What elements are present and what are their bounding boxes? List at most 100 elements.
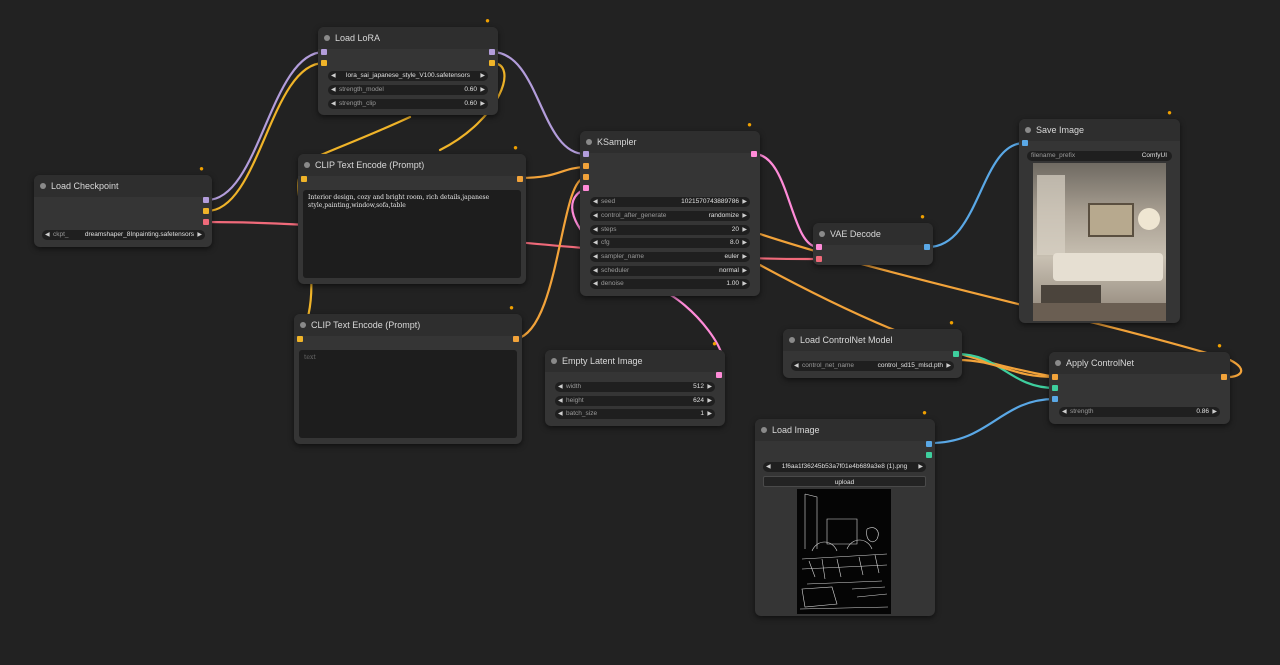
steps-field[interactable]: ◀ steps 20 ▶: [590, 225, 750, 235]
strength-clip-slider[interactable]: ◀ strength_clip 0.60 ▶: [328, 99, 488, 109]
triangle-right-icon[interactable]: ▶: [197, 230, 202, 240]
input-port-model[interactable]: [583, 151, 589, 157]
triangle-right-icon[interactable]: ▶: [742, 197, 747, 207]
prompt-textarea[interactable]: Interior design, cozy and bright room, r…: [303, 190, 521, 278]
node-empty-latent-image[interactable]: ● Empty Latent Image ◀ width 512 ▶ ◀ height 6…: [545, 339, 725, 426]
triangle-right-icon[interactable]: ▶: [742, 279, 747, 289]
input-port-model[interactable]: [321, 49, 327, 55]
output-port-image[interactable]: [926, 441, 932, 447]
sampler-name-combo[interactable]: ◀ sampler_name euler ▶: [590, 252, 750, 262]
output-port-conditioning[interactable]: [513, 336, 519, 342]
collapse-dot-icon[interactable]: [304, 162, 310, 168]
strength-model-slider[interactable]: ◀ strength_model 0.60 ▶: [328, 85, 488, 95]
input-port-negative[interactable]: [583, 174, 589, 180]
triangle-left-icon[interactable]: ◀: [331, 85, 336, 95]
batch-size-field[interactable]: ◀ batch_size 1 ▶: [555, 409, 715, 419]
node-load-controlnet-model[interactable]: ● Load ControlNet Model ◀ control_net_na…: [783, 318, 962, 378]
input-image-preview[interactable]: [797, 489, 891, 614]
triangle-right-icon[interactable]: ▶: [742, 238, 747, 248]
prompt-textarea[interactable]: text: [299, 350, 517, 438]
output-port-vae[interactable]: [203, 219, 209, 225]
output-port-conditioning[interactable]: [1221, 374, 1227, 380]
control-after-generate-combo[interactable]: ◀ control_after_generate randomize ▶: [590, 211, 750, 221]
control-net-name-combo[interactable]: ◀ control_net_name control_sd15_mlsd.pth…: [791, 361, 954, 371]
output-port-latent[interactable]: [716, 372, 722, 378]
triangle-right-icon[interactable]: ▶: [742, 211, 747, 221]
triangle-right-icon[interactable]: ▶: [480, 85, 485, 95]
output-port-latent[interactable]: [751, 151, 757, 157]
input-port-clip[interactable]: [301, 176, 307, 182]
output-port-clip[interactable]: [489, 60, 495, 66]
triangle-left-icon[interactable]: ◀: [558, 382, 563, 392]
node-vae-decode[interactable]: ● VAE Decode: [813, 212, 933, 265]
triangle-right-icon[interactable]: ▶: [1212, 407, 1217, 417]
input-port-latent[interactable]: [583, 185, 589, 191]
triangle-right-icon[interactable]: ▶: [707, 382, 712, 392]
input-port-image[interactable]: [1052, 396, 1058, 402]
triangle-left-icon[interactable]: ◀: [593, 211, 598, 221]
output-port-mask[interactable]: [926, 452, 932, 458]
input-port-positive[interactable]: [583, 163, 589, 169]
cfg-field[interactable]: ◀ cfg 8.0 ▶: [590, 238, 750, 248]
collapse-dot-icon[interactable]: [551, 358, 557, 364]
node-apply-controlnet[interactable]: ● Apply ControlNet ◀ strength 0.86 ▶: [1049, 341, 1230, 424]
triangle-right-icon[interactable]: ▶: [707, 396, 712, 406]
strength-slider[interactable]: ◀ strength 0.86 ▶: [1059, 407, 1220, 417]
input-port-clip[interactable]: [297, 336, 303, 342]
node-load-checkpoint[interactable]: ● Load Checkpoint ◀ ckpt_ dreamshaper_8I…: [34, 164, 212, 247]
filename-prefix-field[interactable]: filename_prefix ComfyUI: [1027, 151, 1172, 161]
output-port-clip[interactable]: [203, 208, 209, 214]
input-port-vae[interactable]: [816, 256, 822, 262]
triangle-right-icon[interactable]: ▶: [946, 361, 951, 371]
output-port-model[interactable]: [489, 49, 495, 55]
triangle-left-icon[interactable]: ◀: [593, 252, 598, 262]
collapse-dot-icon[interactable]: [324, 35, 330, 41]
image-combo[interactable]: ◀ 1f6aa1f36245b53a7f01e4b689a3e8 (1).png…: [763, 462, 926, 472]
collapse-dot-icon[interactable]: [40, 183, 46, 189]
triangle-left-icon[interactable]: ◀: [558, 409, 563, 419]
output-port-model[interactable]: [203, 197, 209, 203]
triangle-left-icon[interactable]: ◀: [794, 361, 799, 371]
seed-field[interactable]: ◀ seed 1021570743889786 ▶: [590, 197, 750, 207]
triangle-right-icon[interactable]: ▶: [480, 71, 485, 81]
node-load-image[interactable]: ● Load Image ◀ 1f6aa1f36245b53a7f01e4b68…: [755, 408, 935, 616]
height-field[interactable]: ◀ height 624 ▶: [555, 396, 715, 406]
collapse-dot-icon[interactable]: [300, 322, 306, 328]
triangle-right-icon[interactable]: ▶: [742, 252, 747, 262]
input-port-clip[interactable]: [321, 60, 327, 66]
output-port-conditioning[interactable]: [517, 176, 523, 182]
node-load-lora[interactable]: ● Load LoRA ◀ lora_sai_japanese_style_V1…: [318, 16, 498, 115]
input-port-conditioning[interactable]: [1052, 374, 1058, 380]
output-port-image[interactable]: [924, 244, 930, 250]
ckpt-name-combo[interactable]: ◀ ckpt_ dreamshaper_8Inpainting.safetens…: [42, 230, 205, 240]
lora-name-combo[interactable]: ◀ lora_sai_japanese_style_V100.safetenso…: [328, 71, 488, 81]
triangle-right-icon[interactable]: ▶: [707, 409, 712, 419]
triangle-left-icon[interactable]: ◀: [331, 99, 336, 109]
node-clip-text-encode-negative[interactable]: ● CLIP Text Encode (Prompt) text: [294, 303, 522, 444]
triangle-right-icon[interactable]: ▶: [742, 225, 747, 235]
width-field[interactable]: ◀ width 512 ▶: [555, 382, 715, 392]
collapse-dot-icon[interactable]: [761, 427, 767, 433]
collapse-dot-icon[interactable]: [789, 337, 795, 343]
triangle-right-icon[interactable]: ▶: [480, 99, 485, 109]
denoise-field[interactable]: ◀ denoise 1.00 ▶: [590, 279, 750, 289]
triangle-left-icon[interactable]: ◀: [331, 71, 336, 81]
triangle-left-icon[interactable]: ◀: [593, 266, 598, 276]
node-ksampler[interactable]: ● KSampler ◀ seed 1021570743889786 ▶ ◀ contr…: [580, 120, 760, 296]
collapse-dot-icon[interactable]: [1025, 127, 1031, 133]
triangle-left-icon[interactable]: ◀: [558, 396, 563, 406]
output-port-control-net[interactable]: [953, 351, 959, 357]
output-image-preview[interactable]: [1033, 163, 1166, 321]
triangle-left-icon[interactable]: ◀: [593, 238, 598, 248]
triangle-left-icon[interactable]: ◀: [45, 230, 50, 240]
input-port-control-net[interactable]: [1052, 385, 1058, 391]
node-clip-text-encode-positive[interactable]: ● CLIP Text Encode (Prompt) Interior des…: [298, 143, 526, 284]
input-port-images[interactable]: [1022, 140, 1028, 146]
scheduler-combo[interactable]: ◀ scheduler normal ▶: [590, 266, 750, 276]
triangle-left-icon[interactable]: ◀: [766, 462, 771, 472]
node-save-image[interactable]: ● Save Image filename_prefix ComfyUI: [1019, 108, 1180, 323]
triangle-right-icon[interactable]: ▶: [742, 266, 747, 276]
triangle-left-icon[interactable]: ◀: [593, 197, 598, 207]
triangle-left-icon[interactable]: ◀: [593, 279, 598, 289]
triangle-left-icon[interactable]: ◀: [1062, 407, 1067, 417]
